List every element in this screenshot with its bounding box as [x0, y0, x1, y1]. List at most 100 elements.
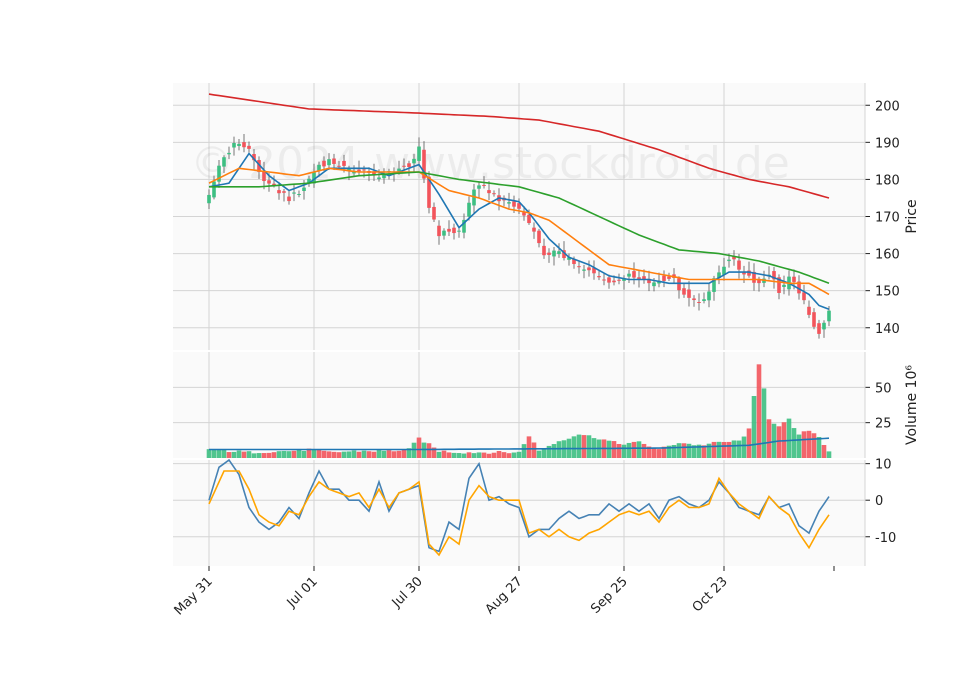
price-candle	[337, 165, 341, 167]
volume-bar	[606, 440, 612, 458]
price-candle	[627, 273, 631, 277]
volume-bar	[751, 396, 757, 458]
price-candle	[607, 277, 611, 283]
price-candle	[412, 158, 416, 164]
volume-bar	[686, 443, 692, 458]
volume-bar	[461, 453, 467, 458]
volume-bar	[531, 442, 537, 458]
volume-bar	[466, 452, 472, 458]
price-candle	[652, 282, 656, 287]
volume-bar	[576, 434, 582, 458]
volume-bar	[221, 449, 227, 458]
volume-bar	[416, 437, 422, 458]
volume-bar	[226, 452, 232, 458]
volume-bar	[206, 449, 212, 458]
price-candle	[667, 276, 671, 279]
volume-bar	[641, 443, 647, 458]
volume-bar	[611, 441, 617, 458]
price-candle	[782, 284, 786, 287]
price-candle	[602, 279, 606, 281]
price-candle	[287, 196, 291, 202]
volume-bar	[296, 448, 302, 458]
volume-bar	[741, 436, 747, 458]
volume-bar	[376, 450, 382, 458]
volume-bar	[586, 435, 592, 458]
volume-bar	[716, 441, 722, 458]
price-candle	[552, 250, 556, 257]
volume-bar	[436, 451, 442, 458]
price-candle	[582, 269, 586, 271]
price-candle	[542, 245, 546, 256]
volume-bar	[811, 433, 817, 458]
price-candle	[437, 225, 441, 237]
volume-bar	[316, 449, 322, 458]
price-candle	[242, 142, 246, 148]
price-candle	[277, 190, 281, 194]
oscillator-ytick-label: 10	[875, 458, 892, 473]
x-tick-label: Aug 27	[483, 574, 526, 617]
volume-bar	[446, 452, 452, 458]
volume-bar	[626, 442, 632, 458]
volume-bar	[736, 440, 742, 458]
volume-bar	[511, 452, 517, 458]
price-ytick-label: 180	[875, 173, 900, 188]
price-candle	[442, 230, 446, 236]
price-candle	[527, 214, 531, 224]
price-candle	[612, 280, 616, 283]
price-candle	[222, 157, 226, 167]
price-ytick-label: 150	[875, 285, 900, 300]
price-candle	[327, 159, 331, 166]
volume-bar	[391, 451, 397, 458]
volume-bar	[241, 451, 247, 458]
price-candle	[597, 276, 601, 278]
oscillator-ytick-label: -10	[875, 531, 896, 546]
volume-bar	[761, 388, 767, 458]
volume-bar	[281, 450, 287, 458]
price-candle	[492, 193, 496, 195]
volume-bar	[821, 445, 827, 458]
price-candle	[632, 271, 636, 278]
volume-bar	[536, 450, 542, 458]
volume-bar	[806, 430, 812, 458]
price-candle	[707, 291, 711, 301]
volume-bar	[266, 452, 272, 458]
price-candle	[322, 160, 326, 167]
volume-bar	[356, 451, 362, 458]
volume-bar	[496, 450, 502, 458]
price-candle	[697, 301, 701, 303]
x-tick-label: May 31	[172, 574, 216, 618]
volume-bar	[411, 442, 417, 458]
volume-bar	[236, 450, 242, 458]
price-ytick-label: 190	[875, 136, 900, 151]
volume-bar	[401, 449, 407, 458]
price-candle	[512, 201, 516, 207]
volume-bar	[216, 449, 222, 458]
volume-bar	[791, 428, 797, 458]
price-candle	[212, 181, 216, 198]
volume-bar	[616, 444, 622, 458]
price-candle	[232, 142, 236, 148]
volume-bar	[331, 451, 337, 458]
price-candle	[432, 206, 436, 220]
volume-bar	[256, 453, 262, 458]
volume-bar	[301, 450, 307, 458]
price-candle	[482, 184, 486, 186]
price-candle	[812, 312, 816, 327]
volume-bar	[491, 452, 497, 458]
volume-bar	[251, 453, 257, 458]
volume-bar	[681, 443, 687, 458]
price-candle	[692, 298, 696, 301]
volume-bar	[351, 450, 357, 458]
volume-bar	[631, 441, 637, 458]
volume-bar	[326, 451, 332, 458]
price-candle	[417, 146, 421, 161]
price-candle	[537, 230, 541, 244]
volume-bar	[321, 450, 327, 458]
volume-bar	[476, 452, 482, 458]
volume-bar	[506, 453, 512, 458]
x-tick-label: Sep 25	[588, 574, 631, 617]
volume-bar	[366, 451, 372, 458]
price-candle	[302, 187, 306, 191]
volume-bar	[546, 445, 552, 458]
price-candle	[587, 267, 591, 271]
